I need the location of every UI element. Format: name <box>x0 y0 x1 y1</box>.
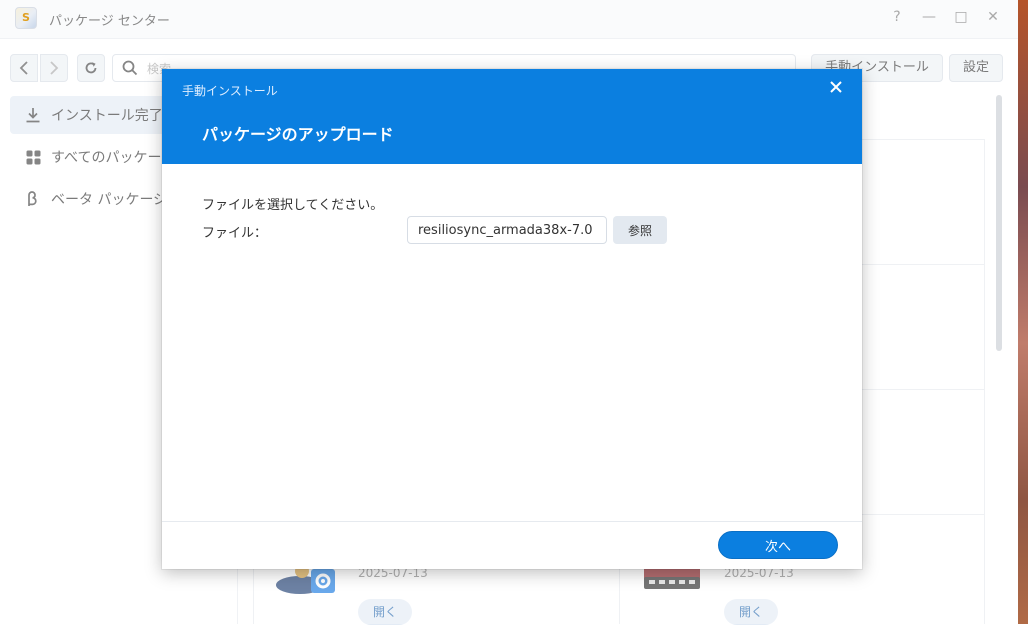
dialog-window-title: 手動インストール <box>182 84 278 98</box>
dialog-heading: パッケージのアップロード <box>202 125 394 144</box>
maximize-icon[interactable]: □ <box>952 9 970 25</box>
title-bar: S パッケージ センター ? — □ ✕ <box>0 0 1018 39</box>
close-icon[interactable] <box>830 81 842 93</box>
dialog-footer-divider <box>162 521 862 522</box>
package-center-icon: S <box>15 7 37 29</box>
dialog-instruction: ファイルを選択してください。 <box>202 198 384 213</box>
window-controls: ? — □ ✕ <box>888 9 1002 25</box>
manual-install-dialog: 手動インストール パッケージのアップロード ファイルを選択してください。 ファイ… <box>162 69 862 569</box>
file-path-field[interactable] <box>407 216 607 244</box>
dialog-header: 手動インストール パッケージのアップロード <box>162 69 862 164</box>
close-icon[interactable]: ✕ <box>984 9 1002 25</box>
window-title: パッケージ センター <box>49 14 170 29</box>
desktop-wallpaper-edge <box>1018 0 1028 624</box>
next-button[interactable]: 次へ <box>718 531 838 559</box>
help-icon[interactable]: ? <box>888 9 906 25</box>
browse-button[interactable]: 参照 <box>613 216 667 244</box>
file-label: ファイル： <box>202 226 268 241</box>
minimize-icon[interactable]: — <box>920 9 938 25</box>
